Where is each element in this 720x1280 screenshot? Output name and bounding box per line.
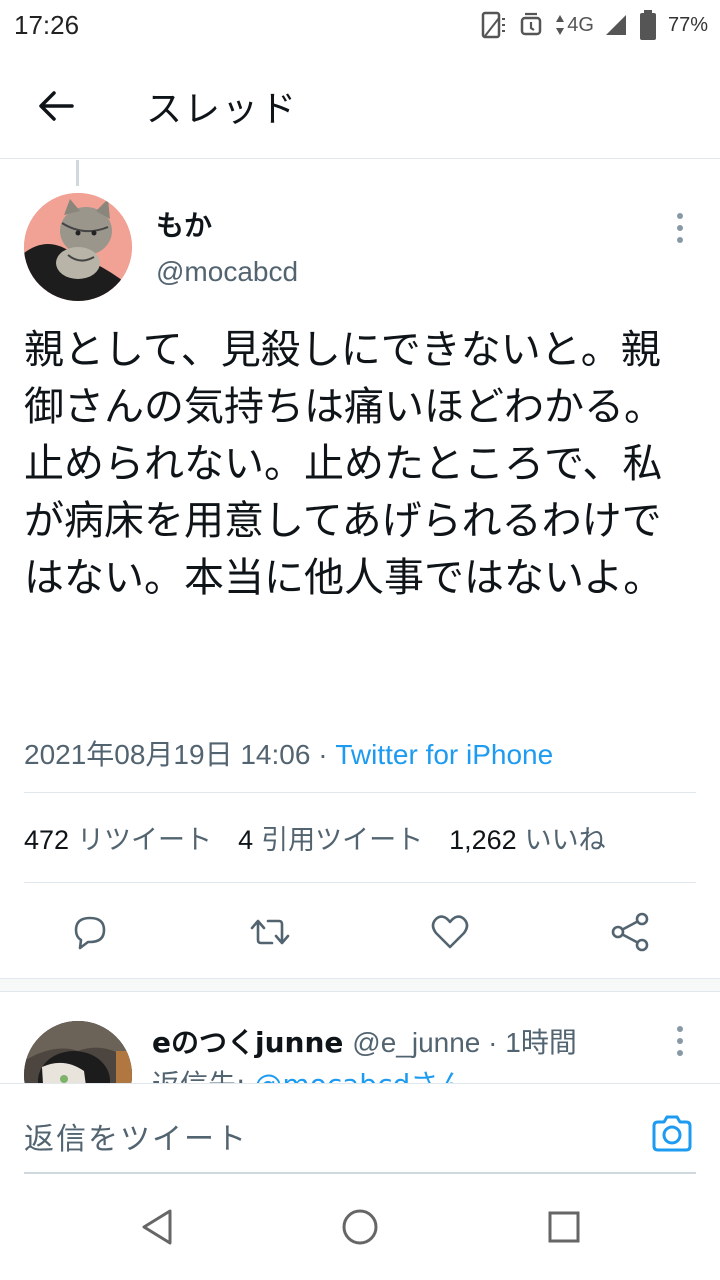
retweets-stat[interactable]: 472 リツイート xyxy=(24,818,212,857)
reply-time: · 1時間 xyxy=(480,1027,577,1058)
likes-label: いいね xyxy=(524,825,606,856)
retweets-count: 472 xyxy=(24,825,70,855)
cat-photo-avatar xyxy=(24,1021,132,1083)
tweet-text: 親として、見殺しにできないと。親御さんの気持ちは痛いほどわかる。止められない。止… xyxy=(24,327,664,601)
like-heart-icon[interactable] xyxy=(428,910,472,954)
reply-avatar[interactable] xyxy=(24,1021,132,1083)
status-time: 17:26 xyxy=(14,10,80,40)
quote-tweets-stat[interactable]: 4 引用ツイート xyxy=(238,818,423,857)
composer-underline xyxy=(24,1172,696,1174)
more-options-icon[interactable] xyxy=(666,208,694,248)
alarm-icon xyxy=(521,12,542,36)
reply-author-name[interactable]: eのつくjunne xyxy=(152,1026,343,1059)
data-arrows-icon xyxy=(556,15,565,35)
likes-stat[interactable]: 1,262 いいね xyxy=(449,818,606,857)
divider xyxy=(24,882,696,883)
author-name[interactable]: もか xyxy=(156,204,212,244)
likes-count: 1,262 xyxy=(449,825,517,855)
rotate-screen-icon xyxy=(482,11,506,39)
signal-icon xyxy=(605,15,626,35)
cat-avatar-illustration xyxy=(24,193,132,301)
reply-header: eのつくjunne @e_junne · 1時間 xyxy=(152,1021,577,1061)
status-icons: 4G 77% xyxy=(477,8,708,42)
back-triangle-icon[interactable] xyxy=(136,1205,180,1249)
tweet-actions xyxy=(0,900,720,966)
battery-icon xyxy=(639,10,656,40)
more-options-icon[interactable] xyxy=(666,1021,694,1061)
camera-icon[interactable] xyxy=(650,1112,694,1156)
section-separator xyxy=(0,978,720,992)
battery-percent: 77% xyxy=(667,13,708,36)
share-icon[interactable] xyxy=(608,910,652,954)
network-type: 4G xyxy=(567,13,594,36)
quote-tweets-label: 引用ツイート xyxy=(261,825,424,856)
quote-tweets-count: 4 xyxy=(238,825,254,855)
tweet-meta: 2021年08月19日 14:06 · Twitter for iPhone xyxy=(24,733,553,773)
reply-input[interactable]: 返信をツイート xyxy=(24,1114,248,1158)
meta-separator: · xyxy=(310,739,336,770)
system-nav-bar xyxy=(0,1175,720,1280)
home-circle-icon[interactable] xyxy=(338,1205,382,1249)
network-indicator: 4G xyxy=(555,14,594,37)
thread-connector-line xyxy=(76,160,79,186)
author-handle[interactable]: @mocabcd xyxy=(156,256,298,288)
reply-icon[interactable] xyxy=(68,910,112,954)
arrow-left-icon[interactable] xyxy=(34,84,78,128)
reply-tweet[interactable]: eのつくjunne @e_junne · 1時間 返信先: @mocabcdさん xyxy=(0,991,720,1083)
retweet-icon[interactable] xyxy=(248,910,292,954)
reply-to-line: 返信先: @mocabcdさん xyxy=(152,1063,466,1083)
avatar[interactable] xyxy=(24,193,132,301)
tweet-source-link[interactable]: Twitter for iPhone xyxy=(335,739,553,770)
header: スレッド xyxy=(0,52,720,159)
tweet-date: 2021年08月19日 14:06 xyxy=(24,739,311,770)
reply-to-prefix: 返信先: xyxy=(152,1068,254,1083)
divider xyxy=(24,792,696,793)
status-bar: 17:26 4G 77% xyxy=(0,0,720,52)
reply-composer: 返信をツイート xyxy=(0,1083,720,1174)
recents-square-icon[interactable] xyxy=(542,1205,586,1249)
page-title: スレッド xyxy=(146,89,299,130)
reply-to-mention[interactable]: @mocabcdさん xyxy=(254,1068,466,1083)
reply-author-handle[interactable]: @e_junne xyxy=(352,1027,480,1058)
retweets-label: リツイート xyxy=(77,825,213,856)
tweet-stats: 472 リツイート 4 引用ツイート 1,262 いいね xyxy=(24,818,606,857)
